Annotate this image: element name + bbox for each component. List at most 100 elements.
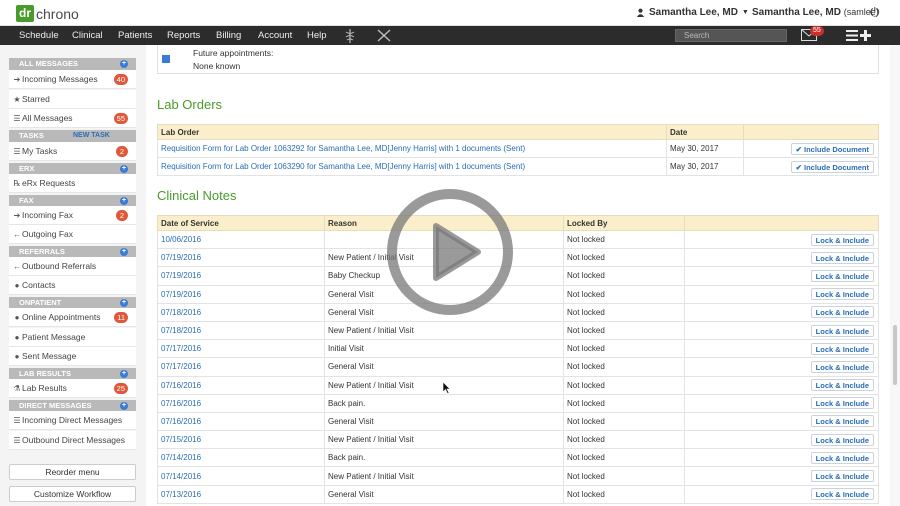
column-header: [684, 215, 879, 231]
tools-icon[interactable]: [377, 29, 391, 42]
drchrono-logo[interactable]: dr chrono: [16, 5, 79, 22]
note-date-link[interactable]: 07/15/2016: [157, 430, 325, 450]
lock-include-button[interactable]: Lock & Include: [810, 415, 874, 428]
nav-schedule[interactable]: Schedule: [19, 26, 59, 45]
include-document-button[interactable]: ✔ Include Document: [790, 142, 874, 155]
customize-workflow-button[interactable]: Customize Workflow: [9, 486, 136, 502]
lock-include-button[interactable]: Lock & Include: [810, 269, 874, 282]
note-reason: Back pain.: [324, 448, 564, 468]
power-icon[interactable]: ⏻: [870, 5, 880, 20]
add-icon[interactable]: +: [120, 60, 128, 68]
caret-down-icon: ▼: [741, 9, 749, 16]
note-date-link[interactable]: 07/16/2016: [157, 393, 325, 413]
sidebar-item-outgoing-fax[interactable]: ← Outgoing Fax: [9, 225, 136, 244]
lock-include-button[interactable]: Lock & Include: [810, 397, 874, 410]
sidebar-item-contacts[interactable]: ● Contacts: [9, 276, 136, 295]
user-account[interactable]: Samantha Lee, MD (samlee): [752, 7, 879, 18]
add-icon[interactable]: +: [120, 370, 128, 378]
search-input[interactable]: [675, 29, 787, 42]
lock-include-button[interactable]: Lock & Include: [810, 451, 874, 464]
sidebar-item-outbound-direct-messages[interactable]: ☰ Outbound Direct Messages: [9, 431, 136, 450]
future-appointments-checkbox[interactable]: [162, 55, 170, 63]
check-icon: ✔: [795, 162, 804, 172]
note-locked-by: Not locked: [563, 266, 685, 286]
lock-include-button[interactable]: Lock & Include: [810, 251, 874, 264]
lock-include-button[interactable]: Lock & Include: [810, 488, 874, 501]
list-icon: ☰: [13, 147, 21, 156]
add-icon[interactable]: +: [120, 165, 128, 173]
note-action-cell: Lock & Include: [684, 248, 879, 268]
add-icon[interactable]: +: [120, 299, 128, 307]
scrollbar-thumb[interactable]: [893, 325, 897, 385]
add-icon[interactable]: +: [120, 248, 128, 256]
note-date-link[interactable]: 07/17/2016: [157, 357, 325, 377]
note-action-cell: Lock & Include: [684, 484, 879, 504]
include-document-label: Include Document: [803, 162, 869, 172]
section-all-messages: ALL MESSAGES +: [9, 58, 136, 70]
note-date-link[interactable]: 10/06/2016: [157, 229, 325, 250]
lab-order-link[interactable]: Requisition Form for Lab Order 1063290 f…: [157, 157, 667, 177]
clinical-note-row: 07/15/2016 New Patient / Initial Visit Not…: [157, 430, 879, 450]
lab-order-link[interactable]: Requisition Form for Lab Order 1063292 f…: [157, 138, 667, 159]
note-date-link[interactable]: 07/14/2016: [157, 466, 325, 486]
sidebar-item-all-messages[interactable]: ☰ All Messages 55: [9, 109, 136, 128]
lock-include-button[interactable]: Lock & Include: [810, 360, 874, 373]
lock-include-button[interactable]: Lock & Include: [810, 342, 874, 355]
main-content: Future appointments: None known Lab Orde…: [146, 45, 890, 506]
note-reason: New Patient / Initial Visit: [324, 320, 564, 341]
note-date-link[interactable]: 07/16/2016: [157, 411, 325, 432]
nav-clinical[interactable]: Clinical: [72, 26, 103, 45]
nav-billing[interactable]: Billing: [216, 26, 241, 45]
note-locked-by: Not locked: [563, 302, 685, 322]
sidebar-item-my-tasks[interactable]: ☰ My Tasks 2: [9, 142, 136, 161]
sidebar-item-outbound-referrals[interactable]: ← Outbound Referrals: [9, 257, 136, 276]
menu-plus-icon[interactable]: [846, 29, 872, 42]
lock-include-button[interactable]: Lock & Include: [810, 288, 874, 301]
star-icon: ★: [13, 95, 21, 104]
lock-include-button[interactable]: Lock & Include: [810, 433, 874, 446]
sidebar-item-erx-requests[interactable]: ℞ eRx Requests: [9, 174, 136, 193]
new-task-link[interactable]: NEW TASK: [73, 130, 110, 142]
user-menu[interactable]: Samantha Lee, MD ▼: [636, 7, 749, 18]
clinical-note-row: 07/14/2016 Back pain. Not locked Lock & Inc…: [157, 448, 879, 468]
scrollbar[interactable]: [890, 45, 900, 506]
sidebar-item-patient-message[interactable]: ● Patient Message: [9, 328, 136, 347]
add-icon[interactable]: +: [120, 402, 128, 410]
reorder-menu-button[interactable]: Reorder menu: [9, 464, 136, 480]
sidebar-item-incoming-direct-messages[interactable]: ☰ Incoming Direct Messages: [9, 411, 136, 430]
sidebar-item-incoming-fax[interactable]: ➔ Incoming Fax 2: [9, 206, 136, 225]
lab-orders-table: Lab Order Date Requisition Form for Lab …: [157, 124, 879, 177]
sidebar-item-starred[interactable]: ★ Starred: [9, 90, 136, 109]
note-date-link[interactable]: 07/16/2016: [157, 375, 325, 395]
lock-include-button[interactable]: Lock & Include: [810, 379, 874, 392]
note-date-link[interactable]: 07/18/2016: [157, 320, 325, 341]
lock-include-button[interactable]: Lock & Include: [810, 324, 874, 337]
video-play-icon[interactable]: [386, 188, 514, 316]
note-date-link[interactable]: 07/17/2016: [157, 339, 325, 359]
note-locked-by: Not locked: [563, 411, 685, 432]
sidebar-item-online-appointments[interactable]: ● Online Appointments 11: [9, 308, 136, 327]
add-icon[interactable]: +: [120, 197, 128, 205]
nav-patients[interactable]: Patients: [118, 26, 152, 45]
nav-reports[interactable]: Reports: [167, 26, 200, 45]
note-date-link[interactable]: 07/19/2016: [157, 266, 325, 286]
nav-account[interactable]: Account: [258, 26, 292, 45]
lock-include-button[interactable]: Lock & Include: [810, 470, 874, 483]
include-document-label: Include Document: [803, 144, 869, 154]
sidebar-item-lab-results[interactable]: ⚗ Lab Results 25: [9, 379, 136, 398]
nav-help[interactable]: Help: [307, 26, 327, 45]
note-date-link[interactable]: 07/19/2016: [157, 248, 325, 268]
sidebar-item-sent-message[interactable]: ● Sent Message: [9, 347, 136, 366]
lock-include-button[interactable]: Lock & Include: [810, 306, 874, 319]
caduceus-icon[interactable]: [344, 29, 356, 43]
include-document-button[interactable]: ✔ Include Document: [790, 160, 874, 173]
note-date-link[interactable]: 07/19/2016: [157, 284, 325, 304]
lock-include-button[interactable]: Lock & Include: [810, 233, 874, 246]
note-action-cell: Lock & Include: [684, 357, 879, 377]
note-date-link[interactable]: 07/18/2016: [157, 302, 325, 322]
sidebar-item-incoming-messages[interactable]: ➔ Incoming Messages 40: [9, 70, 136, 89]
arrow-right-icon: ➔: [13, 211, 21, 220]
note-date-link[interactable]: 07/13/2016: [157, 484, 325, 504]
note-date-link[interactable]: 07/14/2016: [157, 448, 325, 468]
note-locked-by: Not locked: [563, 393, 685, 413]
